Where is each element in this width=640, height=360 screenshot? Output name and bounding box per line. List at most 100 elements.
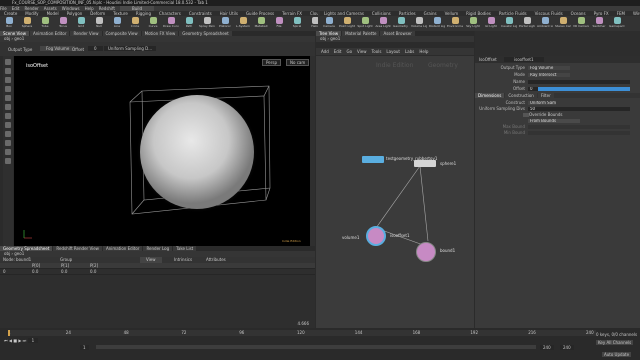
path-geo[interactable]: geo1: [14, 36, 24, 41]
grid-icon[interactable]: [5, 149, 11, 155]
output-type-dropdown[interactable]: Fog Volume: [40, 46, 76, 51]
path-obj[interactable]: obj: [4, 36, 10, 41]
param-field-offset[interactable]: 0: [528, 87, 630, 91]
rotate-tool-icon[interactable]: [5, 77, 11, 83]
min-bound-field[interactable]: [528, 131, 630, 135]
eye-icon[interactable]: [5, 140, 11, 146]
shelf-tool-stereo-camera[interactable]: Stereo Camera: [555, 16, 571, 31]
scene-viewport[interactable]: isoOffset Persp No cam Indie Edition: [14, 56, 310, 246]
shelf-tool-draw-curve[interactable]: Draw Curve: [163, 16, 179, 31]
shelf-tool-spot-light[interactable]: Spot Light: [357, 16, 373, 31]
shelf-tool-portal-light[interactable]: Portal Light: [519, 16, 535, 31]
network-editor[interactable]: Indie Edition Geometry testgeometry_rubb…: [316, 56, 474, 328]
key-all-channels-button[interactable]: Key All Channels: [596, 340, 634, 345]
current-frame-field[interactable]: 1: [27, 338, 39, 343]
bottom-tab-take-list[interactable]: Take List: [173, 246, 197, 251]
uniform-divs-field[interactable]: 50: [528, 107, 630, 111]
shelf-tool-spiral[interactable]: Spiral: [289, 16, 305, 31]
network-menu-tools[interactable]: Tools: [372, 49, 382, 54]
shelf-tool-path[interactable]: Path: [181, 16, 197, 31]
construct-dropdown[interactable]: Uniform Sampling: [528, 101, 556, 105]
scale-tool-icon[interactable]: [5, 86, 11, 92]
table-row[interactable]: 0 0.0 0.0 0.0: [0, 269, 315, 275]
shelf-tool-sky-light[interactable]: Sky Light: [465, 16, 481, 31]
shelf-tool-point-light[interactable]: Point Light: [339, 16, 355, 31]
shelf-tool-helix[interactable]: Helix: [307, 16, 318, 31]
shelf-tool-box[interactable]: Box: [1, 16, 17, 31]
shelf-tool-caustic-light[interactable]: Caustic Light: [501, 16, 517, 31]
sheet-column-header[interactable]: P[1]: [58, 263, 87, 268]
node-bound[interactable]: bound1: [416, 242, 455, 262]
stop-icon[interactable]: ■: [13, 338, 17, 343]
shelf-tool-curve[interactable]: Curve: [145, 16, 161, 31]
select-tool-icon[interactable]: [5, 59, 11, 65]
max-bound-field[interactable]: [528, 125, 630, 129]
sheet-column-header[interactable]: P[2]: [87, 263, 116, 268]
node-isooffset[interactable]: isooffset1 volume1: [342, 226, 410, 246]
bottom-tab-animation-editor[interactable]: Animation Editor: [102, 246, 143, 251]
timeline-ruler[interactable]: 124487296120144168192216240: [8, 330, 596, 336]
view-tool-icon[interactable]: [5, 113, 11, 119]
spreadsheet-attributes[interactable]: Attributes: [206, 257, 226, 263]
pose-tool-icon[interactable]: [5, 104, 11, 110]
shelf-tool-l-system[interactable]: L-System: [235, 16, 251, 31]
network-menu-labs[interactable]: Labs: [405, 49, 414, 54]
param-field-name[interactable]: [528, 80, 630, 84]
network-menu-help[interactable]: Help: [419, 49, 428, 54]
range-start-field[interactable]: 1: [80, 345, 89, 350]
shelf-tool-vr-camera[interactable]: VR Camera: [573, 16, 589, 31]
uniform-sampling-field[interactable]: Uniform Sampling D...: [104, 46, 157, 51]
shelf-tool-distant-light[interactable]: Distant Light: [429, 16, 445, 31]
shelf-tool-camera[interactable]: Camera: [321, 16, 337, 31]
param-field-output-type[interactable]: Fog Volume: [528, 66, 570, 70]
global-end-field[interactable]: 240: [560, 345, 574, 350]
shelf-tool-null[interactable]: Null: [91, 16, 107, 31]
spreadsheet-intrinsics[interactable]: Intrinsics: [174, 257, 192, 263]
auto-update-dropdown[interactable]: Auto Update: [602, 352, 632, 357]
shelf-tool-volume-light[interactable]: Volume Light: [411, 16, 427, 31]
spreadsheet-path-geo[interactable]: geo1: [14, 251, 24, 256]
jump-start-icon[interactable]: ⏮: [4, 338, 8, 343]
spreadsheet-view-dropdown[interactable]: View: [140, 257, 162, 263]
shelf-tool-geometry-light[interactable]: Geometry Light: [393, 16, 409, 31]
shelf-tool-sphere[interactable]: Sphere: [19, 16, 35, 31]
snap-icon[interactable]: [5, 122, 11, 128]
shelf-tool-environment-light[interactable]: Environment Light: [447, 16, 463, 31]
network-menu-edit[interactable]: Edit: [334, 49, 342, 54]
bottom-tab-render-log[interactable]: Render Log: [143, 246, 173, 251]
play-icon[interactable]: ▶: [18, 338, 21, 343]
play-reverse-icon[interactable]: ◀: [9, 338, 12, 343]
from-bounds-button[interactable]: From Bounds: [528, 119, 580, 123]
magnet-icon[interactable]: [5, 131, 11, 137]
shelf-tool-gamepad-camera[interactable]: Gamepad Camera: [609, 16, 625, 31]
shelf-tool-circle[interactable]: Circle: [127, 16, 143, 31]
handle-tool-icon[interactable]: [5, 95, 11, 101]
shelf-tool-grid[interactable]: Grid: [73, 16, 89, 31]
shelf-tool-switcher[interactable]: Switcher: [591, 16, 607, 31]
network-menu-add[interactable]: Add: [321, 49, 329, 54]
shelf-tool-file[interactable]: File: [271, 16, 287, 31]
shelf-tool-area-light[interactable]: Area Light: [375, 16, 391, 31]
timeline-playhead[interactable]: [8, 330, 10, 336]
node-sphere[interactable]: sphere1: [414, 160, 456, 167]
network-menu-view[interactable]: View: [357, 49, 367, 54]
params-header-name[interactable]: isooffset1: [504, 57, 544, 62]
shelf-tool-ambient-light[interactable]: Ambient Light: [537, 16, 553, 31]
param-field-mode[interactable]: Ray Intersect: [528, 73, 570, 77]
node-testgeometry[interactable]: testgeometry_rubbertoy1: [362, 156, 437, 163]
jump-end-icon[interactable]: ⏭: [23, 338, 27, 343]
network-path-geo[interactable]: geo1: [330, 36, 340, 41]
shelf-tool-torus[interactable]: Torus: [55, 16, 71, 31]
camera-icon[interactable]: [5, 158, 11, 164]
offset-field[interactable]: 0: [88, 46, 103, 51]
network-menu-go[interactable]: Go: [347, 49, 353, 54]
shelf-tool-platonic[interactable]: Platonic: [217, 16, 233, 31]
network-menu-layout[interactable]: Layout: [386, 49, 400, 54]
shelf-tool-spray-paint[interactable]: Spray Paint: [199, 16, 215, 31]
sheet-column-header[interactable]: P[0]: [29, 263, 58, 268]
network-path-obj[interactable]: obj: [320, 36, 326, 41]
move-tool-icon[interactable]: [5, 68, 11, 74]
shelf-tool-tube[interactable]: Tube: [37, 16, 53, 31]
shelf-tool-line[interactable]: Line: [109, 16, 125, 31]
spreadsheet-path-obj[interactable]: obj: [4, 251, 10, 256]
